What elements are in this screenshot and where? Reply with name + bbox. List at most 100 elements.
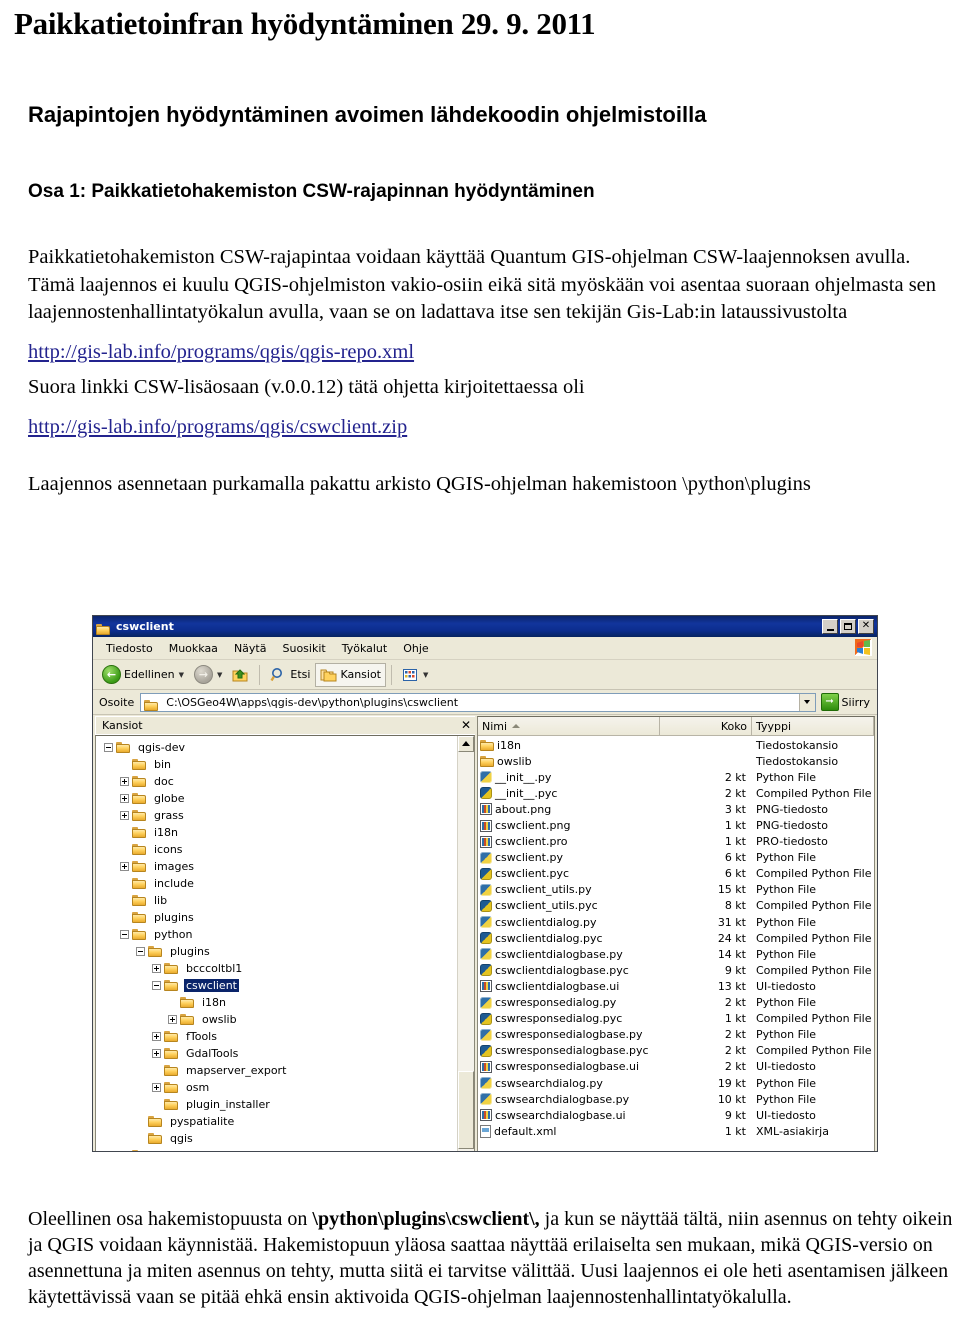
file-list-row[interactable]: cswclientdialog.py 31 kt Python File — [478, 914, 874, 930]
file-type-cell: Compiled Python File — [756, 867, 872, 881]
address-input[interactable]: C:\OSGeo4W\apps\qgis-dev\python\plugins\… — [140, 692, 816, 712]
tree-item[interactable]: doc — [96, 773, 457, 790]
expand-icon[interactable] — [120, 793, 129, 803]
views-button[interactable]: ▼ — [397, 663, 433, 687]
back-button[interactable]: ← Edellinen ▼ — [97, 663, 189, 687]
file-name-cell: cswresponsedialogbase.py — [478, 1028, 660, 1041]
column-header-size[interactable]: Koko — [660, 717, 752, 735]
file-list-row[interactable]: cswclient.pyc 6 kt Compiled Python File — [478, 866, 874, 882]
column-header-name[interactable]: Nimi — [478, 717, 660, 735]
expand-icon[interactable] — [120, 776, 129, 786]
tree-item[interactable]: osm — [96, 1079, 457, 1096]
scrollbar-track[interactable] — [458, 751, 474, 1151]
file-list-row[interactable]: cswsearchdialogbase.py 10 kt Python File — [478, 1091, 874, 1107]
menu-item-ohje[interactable]: Ohje — [395, 640, 436, 657]
file-list-row[interactable]: __init__.py 2 kt Python File — [478, 769, 874, 785]
maximize-icon[interactable] — [840, 619, 856, 634]
tree-item[interactable]: plugins — [96, 909, 457, 926]
file-list-row[interactable]: cswsearchdialogbase.ui 9 kt UI-tiedosto — [478, 1107, 874, 1123]
expand-icon[interactable] — [168, 1014, 177, 1024]
scrollbar-thumb[interactable] — [458, 1071, 474, 1149]
file-list-row[interactable]: cswclient.py 6 kt Python File — [478, 850, 874, 866]
file-list-row[interactable]: cswclientdialog.pyc 24 kt Compiled Python … — [478, 930, 874, 946]
address-dropdown-button[interactable] — [798, 693, 815, 711]
go-button[interactable]: ➞ Siirry — [819, 693, 874, 711]
file-list-row[interactable]: cswclientdialogbase.py 14 kt Python File — [478, 946, 874, 962]
file-name-cell: cswresponsedialogbase.pyc — [478, 1044, 660, 1057]
tree-item[interactable]: images — [96, 858, 457, 875]
tree-item[interactable]: grass — [96, 807, 457, 824]
file-list-row[interactable]: __init__.pyc 2 kt Compiled Python File — [478, 785, 874, 801]
expand-icon[interactable] — [152, 1082, 161, 1092]
file-list-row[interactable]: cswresponsedialogbase.pyc 2 kt Compiled Py… — [478, 1043, 874, 1059]
file-type-cell: Compiled Python File — [756, 1044, 872, 1058]
file-list-row[interactable]: cswclient_utils.pyc 8 kt Compiled Python F… — [478, 898, 874, 914]
search-button[interactable]: Etsi — [265, 663, 315, 687]
expand-icon[interactable] — [120, 810, 129, 820]
expand-icon[interactable] — [152, 963, 161, 973]
tree-item[interactable]: owslib — [96, 1011, 457, 1028]
menu-item-nayta[interactable]: Näytä — [226, 640, 275, 657]
collapse-icon[interactable] — [104, 742, 113, 752]
file-list-row[interactable]: cswresponsedialog.pyc 1 kt Compiled Python… — [478, 1011, 874, 1027]
tree-item-label: fTools — [186, 1029, 217, 1043]
file-list-row[interactable]: cswsearchdialog.py 19 kt Python File — [478, 1075, 874, 1091]
tree-item[interactable]: pyspatialite — [96, 1113, 457, 1130]
file-list-row[interactable]: cswclientdialogbase.pyc 9 kt Compiled Pyth… — [478, 962, 874, 978]
tree-item[interactable]: fTools — [96, 1028, 457, 1045]
file-size-cell: 24 kt — [717, 931, 746, 945]
up-button[interactable] — [227, 663, 254, 687]
tree-item[interactable]: plugins — [96, 943, 457, 960]
menu-item-tiedosto[interactable]: Tiedosto — [98, 640, 161, 657]
file-list-row[interactable]: cswclient.png 1 kt PNG-tiedosto — [478, 817, 874, 833]
tree-item[interactable]: include — [96, 875, 457, 892]
file-list-row[interactable]: cswresponsedialog.py 2 kt Python File — [478, 995, 874, 1011]
folders-button[interactable]: Kansiot — [315, 662, 386, 687]
collapse-icon[interactable] — [120, 929, 129, 939]
tree-item[interactable]: globe — [96, 790, 457, 807]
file-list-row[interactable]: cswclient_utils.py 15 kt Python File — [478, 882, 874, 898]
expand-icon[interactable] — [120, 1150, 129, 1151]
forward-button[interactable]: → ▼ — [189, 663, 227, 687]
column-header-type[interactable]: Tyyppi — [752, 717, 874, 735]
tree-item[interactable]: i18n — [96, 994, 457, 1011]
menu-item-muokkaa[interactable]: Muokkaa — [161, 640, 226, 657]
tree-item[interactable]: cswclient — [96, 977, 457, 994]
tree-item[interactable]: qgis-dev — [96, 739, 457, 756]
tree-item[interactable]: i18n — [96, 824, 457, 841]
tree-item[interactable]: python — [96, 926, 457, 943]
expand-icon[interactable] — [152, 1031, 161, 1041]
tree-item[interactable]: bcccoltbl1 — [96, 960, 457, 977]
scroll-up-icon[interactable] — [458, 735, 474, 752]
file-list-row[interactable]: cswclientdialogbase.ui 13 kt UI-tiedosto — [478, 978, 874, 994]
file-list-row[interactable]: i18n Tiedostokansio — [478, 737, 874, 753]
file-list-row[interactable]: cswresponsedialogbase.ui 2 kt UI-tiedosto — [478, 1059, 874, 1075]
expand-icon[interactable] — [152, 1048, 161, 1058]
tree-item[interactable]: icons — [96, 841, 457, 858]
expand-icon[interactable] — [120, 861, 129, 871]
tree-item[interactable]: qgis — [96, 1130, 457, 1147]
close-icon[interactable]: ✕ — [461, 719, 471, 731]
menu-item-tyokalut[interactable]: Työkalut — [334, 640, 396, 657]
tree-item[interactable]: GdalTools — [96, 1045, 457, 1062]
file-list-row[interactable]: about.png 3 kt PNG-tiedosto — [478, 801, 874, 817]
menu-item-suosikit[interactable]: Suosikit — [274, 640, 333, 657]
file-list-row[interactable]: cswresponsedialogbase.py 2 kt Python File — [478, 1027, 874, 1043]
download-link-1[interactable]: http://gis-lab.info/programs/qgis/qgis-r… — [28, 341, 414, 363]
tree-item[interactable]: resources — [96, 1147, 457, 1151]
collapse-icon[interactable] — [136, 946, 145, 956]
tree-scrollbar[interactable] — [457, 735, 474, 1151]
download-link-2[interactable]: http://gis-lab.info/programs/qgis/cswcli… — [28, 416, 407, 438]
tree-item[interactable]: bin — [96, 756, 457, 773]
tree-item[interactable]: lib — [96, 892, 457, 909]
file-list-row[interactable]: owslib Tiedostokansio — [478, 753, 874, 769]
collapse-icon[interactable] — [152, 980, 161, 990]
file-list-row[interactable]: cswclient.pro 1 kt PRO-tiedosto — [478, 834, 874, 850]
minimize-icon[interactable] — [822, 619, 838, 634]
file-list-row[interactable]: default.xml 1 kt XML-asiakirja — [478, 1123, 874, 1139]
folder-icon — [132, 911, 148, 924]
tree-item[interactable]: mapserver_export — [96, 1062, 457, 1079]
close-icon[interactable]: ✕ — [858, 619, 874, 634]
compiled-python-file-icon — [480, 932, 492, 945]
tree-item[interactable]: plugin_installer — [96, 1096, 457, 1113]
